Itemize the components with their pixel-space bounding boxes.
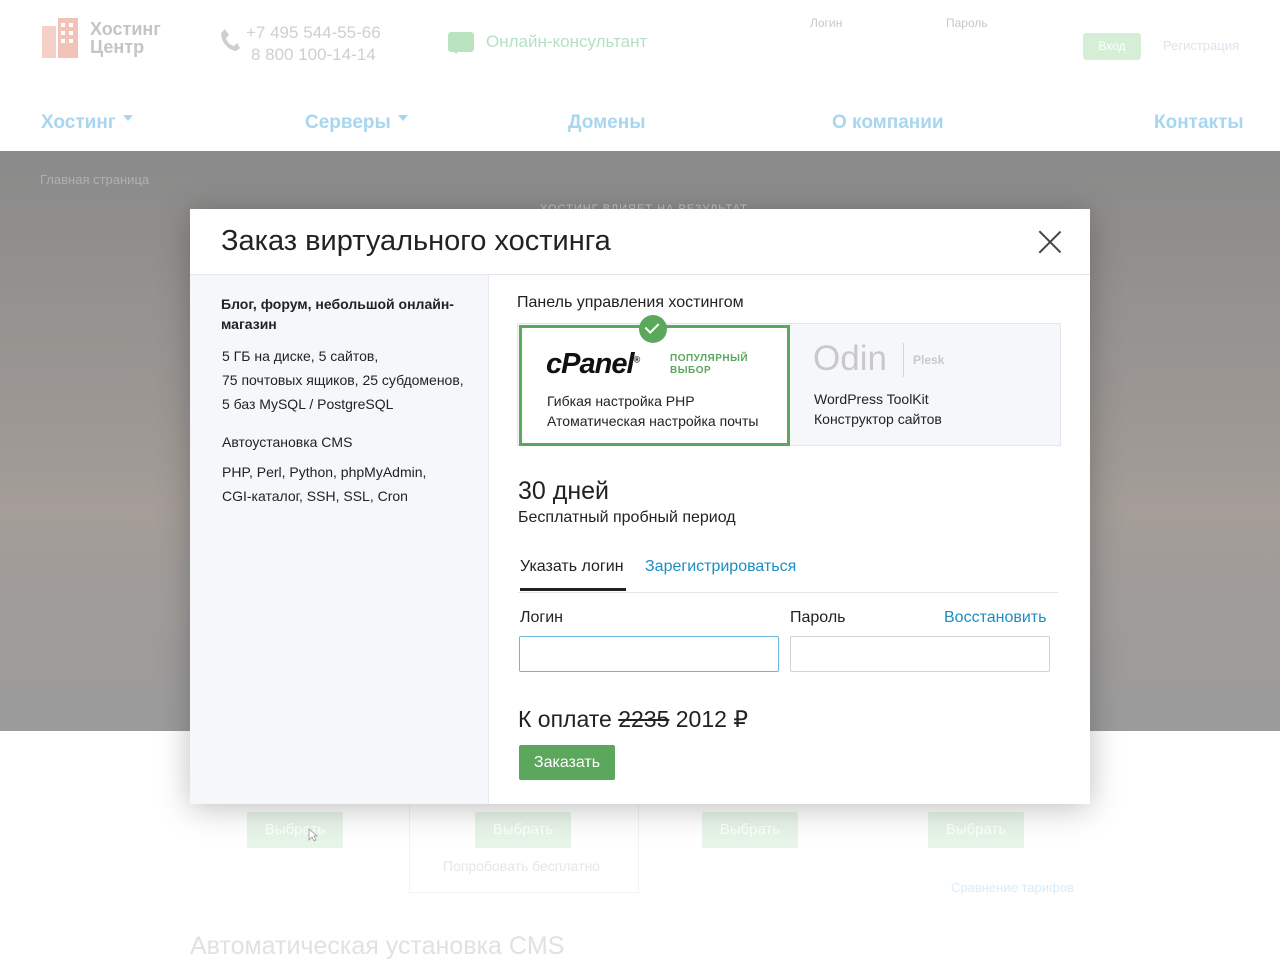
- online-consultant-link[interactable]: Онлайн-консультант: [448, 32, 648, 54]
- nav-item-servers[interactable]: Серверы: [305, 112, 408, 134]
- plan-summary: Блог, форум, небольшой онлайн-магазин 5 …: [190, 275, 489, 804]
- site-logo[interactable]: Хостинг Центр: [40, 16, 170, 62]
- cms-section-heading: Автоматическая установка CMS: [190, 932, 565, 960]
- choose-tariff-button[interactable]: Выбрать: [702, 812, 798, 848]
- trial-days: 30 дней: [518, 477, 610, 505]
- new-price: 2012: [675, 706, 727, 732]
- logo-text: Хостинг Центр: [90, 19, 161, 57]
- chevron-down-icon: [397, 115, 408, 126]
- phone-icon: [221, 29, 240, 51]
- chevron-down-icon: [122, 115, 133, 126]
- breadcrumb[interactable]: Главная страница: [40, 172, 149, 187]
- compare-tariffs-link[interactable]: Сравнение тарифов: [951, 880, 1074, 895]
- tab-register[interactable]: Зарегистрироваться: [645, 558, 796, 576]
- close-icon[interactable]: [1038, 230, 1062, 254]
- plesk-features: WordPress ToolKit Конструктор сайтов: [814, 391, 942, 427]
- auth-tabs: Указать логин Зарегистрироваться: [518, 551, 1058, 593]
- phone-number-moscow[interactable]: +7 495 544-55-66: [246, 22, 381, 44]
- plan-features: PHP, Perl, Python, phpMyAdmin, CGI-катал…: [222, 464, 427, 504]
- popular-badge: ПОПУЛЯРНЫЙ ВЫБОР: [670, 353, 749, 376]
- modal-header: Заказ виртуального хостинга: [190, 209, 1090, 275]
- nav-item-hosting[interactable]: Хостинг: [41, 112, 133, 134]
- choose-tariff-button[interactable]: Выбрать: [928, 812, 1024, 848]
- cpanel-features: Гибкая настройка PHP Атоматическая настр…: [547, 393, 759, 429]
- site-header: Хостинг Центр +7 495 544-55-66 8 800 100…: [0, 0, 1280, 92]
- plan-name: Блог, форум, небольшой онлайн-магазин: [221, 296, 454, 332]
- login-input[interactable]: [519, 636, 779, 672]
- tab-specify-login[interactable]: Указать логин: [520, 558, 626, 591]
- login-field-label: Логин: [520, 609, 564, 626]
- online-consultant-label: Онлайн-консультант: [486, 32, 648, 51]
- nav-item-domains[interactable]: Домены: [568, 112, 645, 134]
- odin-logo: Odin: [813, 339, 887, 378]
- currency-symbol: ₽: [733, 706, 748, 732]
- payment-total: К оплате 2235 2012 ₽: [518, 706, 748, 733]
- phone-number-free[interactable]: 8 800 100-14-14: [246, 44, 381, 66]
- header-login-label: Логин: [810, 16, 843, 30]
- choose-tariff-button[interactable]: Выбрать: [247, 812, 343, 848]
- password-input[interactable]: [790, 636, 1050, 672]
- plesk-logo: Plesk: [913, 353, 945, 367]
- chat-icon: [448, 32, 474, 54]
- nav-item-contacts[interactable]: Контакты: [1154, 112, 1244, 134]
- payment-label: К оплате: [518, 706, 612, 732]
- checkmark-icon: [639, 315, 667, 343]
- logo-divider: [903, 343, 904, 377]
- try-free-link[interactable]: Попробовать бесплатно: [443, 858, 600, 874]
- order-modal: Заказ виртуального хостинга Блог, форум,…: [190, 209, 1090, 804]
- plan-cms: Автоустановка CMS: [222, 434, 353, 450]
- cpanel-option[interactable]: cPanel® ПОПУЛЯРНЫЙ ВЫБОР Гибкая настройк…: [519, 315, 790, 446]
- control-panel-label: Панель управления хостингом: [517, 294, 744, 311]
- restore-password-link[interactable]: Восстановить: [944, 609, 1046, 627]
- cpanel-logo: cPanel®: [546, 348, 640, 380]
- trial-label: Бесплатный пробный период: [518, 509, 736, 526]
- building-logo-icon: [42, 18, 78, 58]
- control-panel-options: cPanel® ПОПУЛЯРНЫЙ ВЫБОР Гибкая настройк…: [517, 315, 1061, 446]
- order-button[interactable]: Заказать: [519, 745, 615, 780]
- choose-tariff-button[interactable]: Выбрать: [475, 812, 571, 848]
- header-register-link[interactable]: Регистрация: [1163, 38, 1239, 53]
- header-password-label: Пароль: [946, 16, 988, 30]
- old-price: 2235: [618, 706, 670, 732]
- mouse-cursor-icon: [308, 828, 318, 842]
- main-nav: Хостинг Серверы Домены О компании Контак…: [0, 92, 1280, 151]
- nav-item-about[interactable]: О компании: [832, 112, 944, 134]
- modal-title: Заказ виртуального хостинга: [221, 225, 611, 257]
- header-login-button[interactable]: Вход: [1083, 33, 1141, 60]
- password-field-label: Пароль: [790, 609, 846, 626]
- plesk-option[interactable]: Odin Plesk WordPress ToolKit Конструктор…: [793, 325, 1060, 446]
- plan-specs: 5 ГБ на диске, 5 сайтов, 75 почтовых ящи…: [222, 348, 464, 412]
